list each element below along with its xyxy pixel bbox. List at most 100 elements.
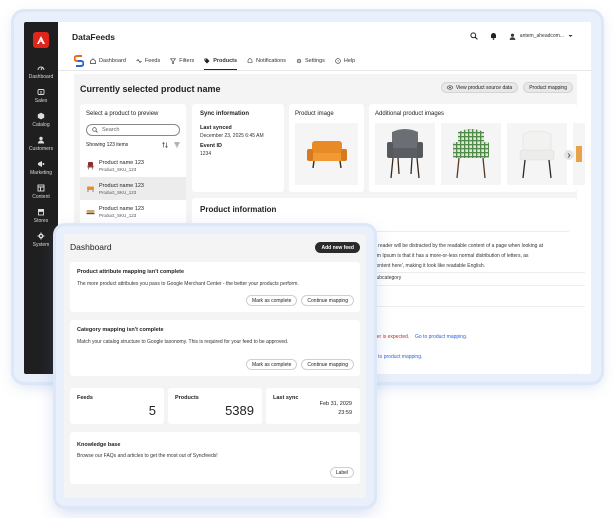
additional-images-row [375,123,585,185]
product-thumbnail [87,186,94,192]
partial-chair-image [576,146,582,162]
user-menu[interactable]: antem_aheadcom... [509,33,573,40]
knowledge-base-card: Knowledge base Browse our FAQs and artic… [70,432,360,484]
description-text-line: content here', making it look like reada… [374,263,486,269]
sidebar-item-marketing[interactable]: Marketing [24,160,58,176]
search-icon [92,127,98,133]
go-to-mapping-link[interactable]: Go to product mapping. [415,334,467,340]
top-right-controls: antem_aheadcom... [470,32,573,40]
mark-as-complete-button[interactable]: Mark as complete [245,295,298,306]
sort-icon[interactable] [162,142,168,148]
continue-mapping-button[interactable]: Continue mapping [301,295,354,306]
list-tools [162,142,180,148]
tab-products[interactable]: Products [204,52,238,70]
sidebar-item-dashboard[interactable]: Dashboard [24,64,58,80]
row-divider [374,272,585,273]
eye-icon [446,85,453,90]
additional-images-title: Additional product images [375,111,445,117]
list-item[interactable]: Product name 123 Product_SKU_123 [80,200,186,223]
product-image-title: Product image [295,111,334,117]
sidebar-item-label: Stores [33,218,49,224]
sidebar-item-sales[interactable]: $ Sales [24,88,58,104]
store-icon [38,209,44,216]
admin-sidebar: Dashboard $ Sales Catalog Customers Mark… [24,22,58,374]
feed-icon [136,58,142,64]
tab-settings[interactable]: Settings [296,52,325,70]
search-input[interactable]: Search [86,124,180,136]
sidebar-item-system[interactable]: System [24,232,58,248]
product-sku: Product_SKU_123 [99,166,137,172]
tag-icon [204,58,210,63]
sidebar-item-catalog[interactable]: Catalog [24,112,58,128]
dollar-icon: $ [37,89,45,95]
product-sku: Product_SKU_123 [99,189,137,195]
category-mapping-card: Category mapping isn't complete Match yo… [70,320,360,376]
stat-label: Feeds [77,395,93,401]
next-image-button[interactable] [564,150,574,160]
last-sync-time: 23:59 [338,410,352,416]
tab-notifications[interactable]: Notifications [247,52,286,70]
card-actions: Label [329,467,354,478]
orange-chair-image [306,141,347,169]
product-name: Product name 123 [99,159,144,166]
filter-icon [170,58,177,64]
view-source-label: View product source data [455,84,513,91]
additional-image[interactable] [441,123,501,185]
product-name: Product name 123 [99,182,144,189]
sidebar-item-label: Customers [28,146,54,152]
adobe-logo [33,32,49,48]
tab-help[interactable]: ? Help [335,52,355,70]
search-placeholder: Search [102,127,120,133]
tab-bar: Dashboard Feeds Filters Products Notific… [90,52,355,70]
stat-label: Last sync [273,395,299,401]
last-sync-stat-card: Last sync Feb 31, 2029 23:59 [266,388,360,424]
tab-label: Dashboard [99,58,126,64]
attribute-mapping-card: Product attribute mapping isn't complete… [70,262,360,312]
subcategory-text: subcategory [374,275,402,281]
tab-label: Filters [179,58,195,64]
tab-feeds[interactable]: Feeds [136,52,160,70]
gear-icon [296,58,302,64]
product-mapping-label: Product mapping [529,84,567,91]
help-icon: ? [335,58,341,64]
page-title: Currently selected product name [80,84,221,94]
view-source-button[interactable]: View product source data [440,82,519,93]
error-text: ber is expected. [374,334,410,340]
continue-mapping-button[interactable]: Continue mapping [301,359,354,370]
product-mapping-button[interactable]: Product mapping [523,82,573,93]
mark-as-complete-button[interactable]: Mark as complete [245,359,298,370]
add-new-feed-button[interactable]: Add new feed [315,242,360,253]
sidebar-item-customers[interactable]: Customers [24,136,58,152]
sidebar-item-content[interactable]: Content [24,184,58,200]
tab-dashboard[interactable]: Dashboard [90,52,126,70]
sync-info-title: Sync information [200,111,250,117]
row-divider [374,285,585,286]
list-item[interactable]: Product name 123 Product_SKU_123 [80,177,186,200]
bell-icon[interactable] [490,32,497,40]
sidebar-item-label: System [32,242,50,248]
additional-image[interactable] [507,123,567,185]
products-stat-card: Products 5389 [168,388,262,424]
go-to-mapping-link[interactable]: o to product mapping. [374,354,422,360]
tab-label: Products [213,57,238,64]
list-item[interactable]: Product name 123 Product_SKU_123 [80,154,186,177]
sidebar-item-label: Marketing [30,170,52,176]
dashboard-title: Dashboard [70,242,112,252]
additional-image[interactable] [375,123,435,185]
megaphone-icon [38,161,45,167]
knowledge-base-button[interactable]: Label [329,467,354,478]
sidebar-item-label: Catalog [32,122,50,128]
filter-icon[interactable] [174,142,180,148]
product-information-title: Product information [200,205,277,214]
card-title: Category mapping isn't complete [77,327,164,333]
search-icon[interactable] [470,32,478,40]
tab-label: Notifications [256,58,287,64]
app-title: DataFeeds [72,32,115,42]
product-image[interactable] [295,123,358,185]
sidebar-item-stores[interactable]: Stores [24,208,58,224]
tab-label: Feeds [144,58,161,64]
additional-image[interactable] [573,123,585,185]
tab-label: Help [343,58,356,64]
svg-text:?: ? [337,59,339,63]
tab-filters[interactable]: Filters [170,52,194,70]
